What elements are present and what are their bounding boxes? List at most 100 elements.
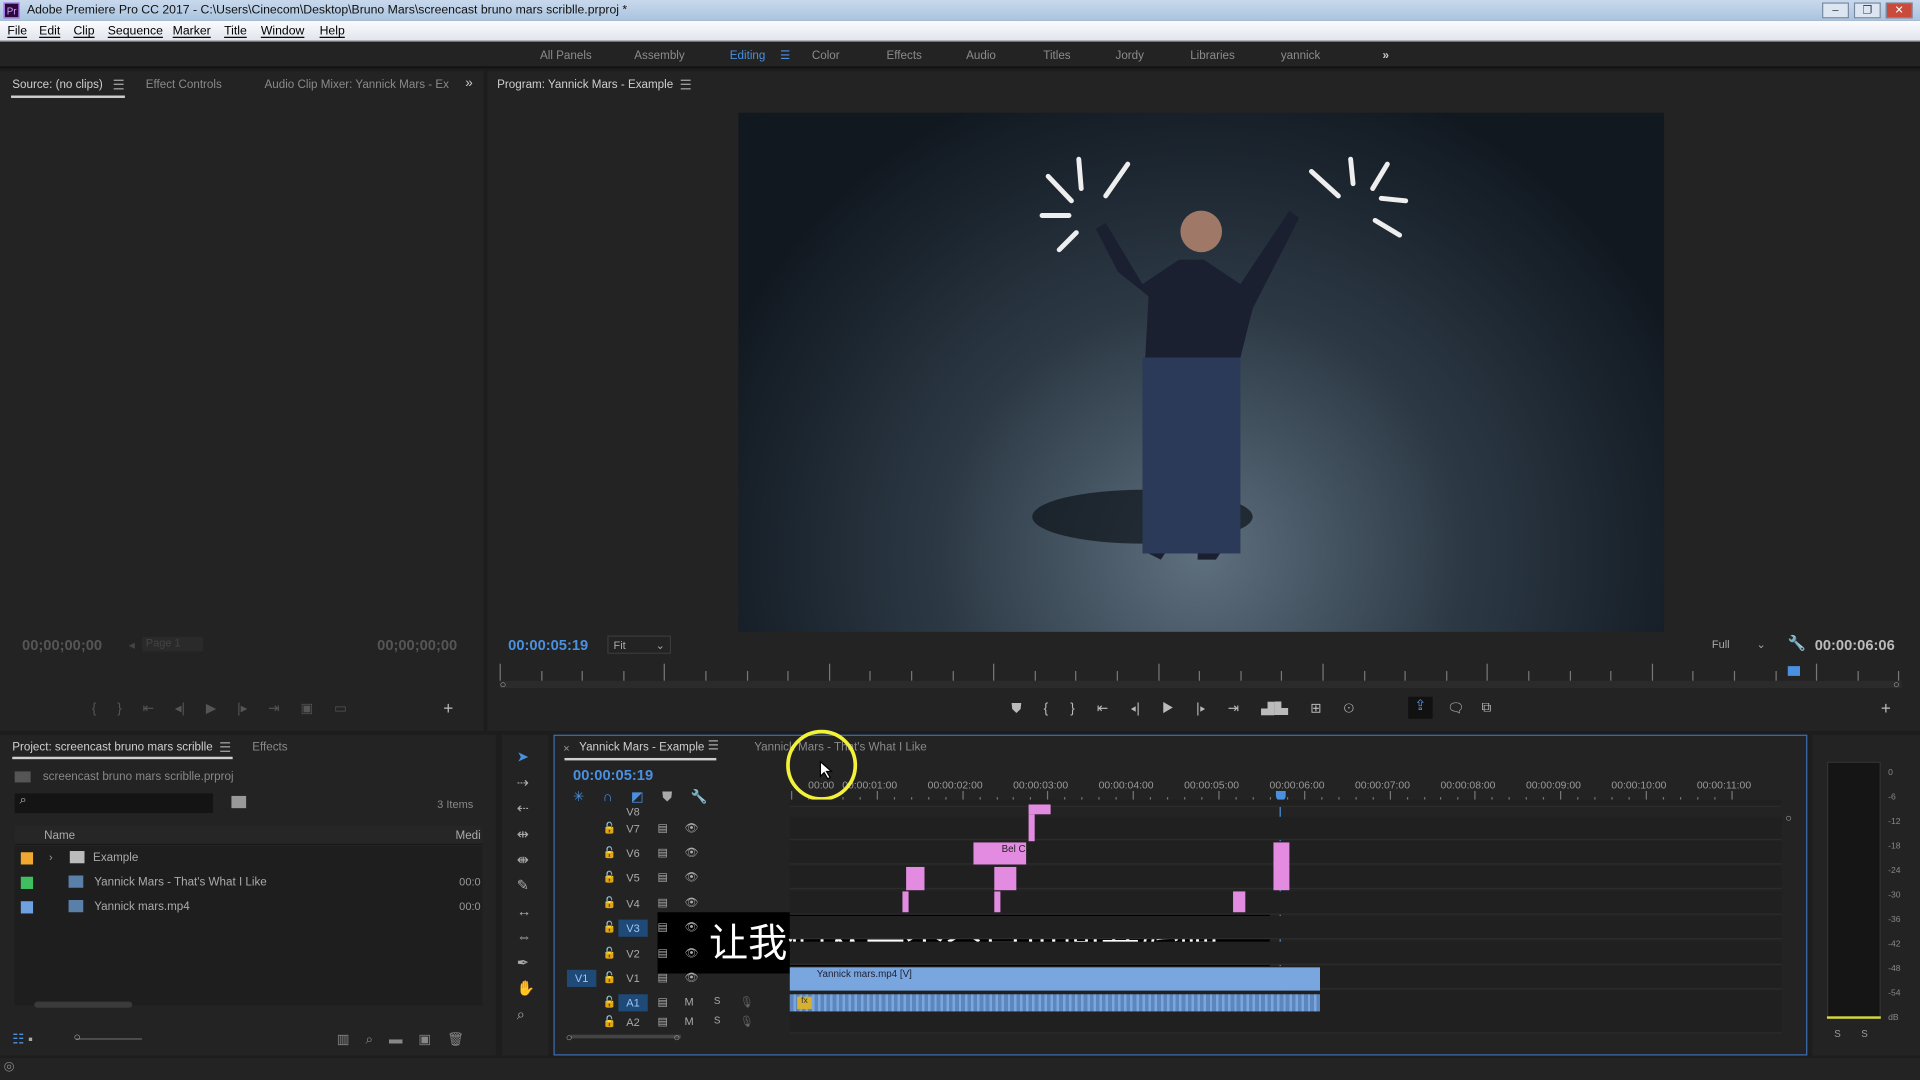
hand-tool-icon[interactable]: ✋: [517, 980, 535, 997]
audio-clip-a1[interactable]: [789, 994, 1321, 1012]
program-scrubber[interactable]: [499, 680, 1902, 689]
slip-tool-icon[interactable]: ↔: [517, 902, 532, 919]
label-color-swatch[interactable]: [20, 852, 34, 865]
new-search-bin-icon[interactable]: [231, 795, 247, 809]
lock-icon[interactable]: 🔓: [602, 971, 616, 984]
workspace-libraries[interactable]: Libraries: [1190, 49, 1235, 62]
sync-lock-icon[interactable]: ▤: [658, 871, 668, 884]
sync-lock-icon[interactable]: ▤: [658, 1015, 668, 1028]
sync-lock-icon[interactable]: ▤: [658, 996, 668, 1009]
solo-button[interactable]: S: [714, 1015, 721, 1026]
tab-sequence-example[interactable]: Yannick Mars - Example: [579, 741, 704, 754]
lock-icon[interactable]: 🔓: [602, 1015, 616, 1028]
playback-resolution-dropdown[interactable]: Full ⌄: [1707, 636, 1771, 654]
lock-icon[interactable]: 🔓: [602, 871, 616, 884]
lock-icon[interactable]: 🔓: [602, 896, 616, 909]
workspace-titles[interactable]: Titles: [1043, 49, 1070, 62]
program-playhead-timecode[interactable]: 00:00:05:19: [508, 637, 588, 654]
zoom-fit-dropdown[interactable]: Fit ⌄: [607, 635, 672, 654]
mute-button[interactable]: M: [684, 996, 693, 1008]
workspace-all-panels[interactable]: All Panels: [540, 49, 592, 62]
source-transport-controls[interactable]: { } ⇤ ◂| ▶ |▸ ⇥ ▣ ▭: [92, 700, 347, 717]
graphic-clip[interactable]: [1028, 804, 1051, 815]
track-lane[interactable]: [789, 941, 1782, 965]
icon-view-icon[interactable]: ▪: [28, 1032, 33, 1047]
pen-tool-icon[interactable]: ✒: [517, 954, 529, 971]
sync-lock-icon[interactable]: ▤: [658, 971, 668, 984]
graphic-clip[interactable]: [906, 866, 925, 891]
solo-right-button[interactable]: S: [1861, 1029, 1868, 1040]
graphic-clip[interactable]: [1028, 814, 1035, 842]
page-dropdown[interactable]: Page 1: [142, 636, 204, 652]
panel-menu-icon[interactable]: ☰: [113, 77, 125, 93]
toggle-output-eye-icon[interactable]: 👁: [684, 971, 698, 984]
menu-clip[interactable]: Clip: [73, 21, 94, 42]
zoom-slider[interactable]: [75, 1038, 143, 1040]
track-lane[interactable]: [789, 816, 1782, 841]
track-lane[interactable]: [789, 915, 1782, 940]
solo-left-button[interactable]: S: [1834, 1029, 1841, 1040]
more-panels-button[interactable]: »: [465, 76, 473, 91]
menu-window[interactable]: Window: [261, 21, 305, 42]
workspace-more-button[interactable]: »: [1382, 49, 1388, 62]
list-view-icon[interactable]: ☷: [12, 1032, 24, 1047]
project-search-input[interactable]: ⌕: [14, 793, 214, 814]
track-label-v7[interactable]: V7: [618, 820, 647, 837]
graphic-clip[interactable]: [994, 891, 1001, 913]
graphic-clip[interactable]: [1273, 842, 1290, 891]
project-item[interactable]: [15, 846, 483, 870]
lock-icon[interactable]: 🔓: [602, 846, 616, 859]
close-tab-icon[interactable]: ×: [563, 742, 569, 754]
mute-button[interactable]: M: [684, 1015, 693, 1027]
tab-program[interactable]: Program: Yannick Mars - Example: [497, 78, 673, 91]
workspace-color[interactable]: Color: [812, 49, 840, 62]
track-select-tool-icon[interactable]: ⇢: [517, 774, 529, 791]
workspace-jordy[interactable]: Jordy: [1116, 49, 1144, 62]
toggle-output-eye-icon[interactable]: 👁: [684, 896, 698, 909]
panel-menu-icon[interactable]: ☰: [708, 740, 719, 753]
source-patch-v1[interactable]: V1: [566, 969, 597, 987]
panel-menu-icon[interactable]: ☰: [219, 740, 231, 756]
sync-lock-icon[interactable]: ▤: [658, 846, 668, 859]
horizontal-scrollbar[interactable]: [34, 1001, 133, 1008]
razor-tool-icon[interactable]: ✎: [517, 877, 529, 894]
minimize-button[interactable]: –: [1822, 2, 1849, 19]
graphic-clip[interactable]: [1233, 891, 1246, 913]
menu-sequence[interactable]: Sequence: [108, 21, 163, 42]
workspace-effects[interactable]: Effects: [887, 49, 922, 62]
solo-button[interactable]: S: [714, 996, 721, 1007]
export-frame-button[interactable]: ⇪: [1408, 696, 1433, 719]
track-label-a1[interactable]: A1: [618, 994, 648, 1012]
sync-lock-icon[interactable]: ▤: [658, 921, 668, 934]
wrench-icon[interactable]: 🔧: [1788, 634, 1806, 651]
video-clip-v1[interactable]: Yannick mars.mp4 [V]: [789, 967, 1321, 991]
add-button-icon[interactable]: +: [443, 698, 453, 718]
track-lane[interactable]: [789, 1010, 1782, 1034]
column-media[interactable]: Medi: [456, 829, 481, 842]
rolling-edit-tool-icon[interactable]: ⇹: [517, 825, 529, 842]
comment-icon[interactable]: 🗨: [1447, 700, 1464, 717]
toggle-output-eye-icon[interactable]: 👁: [684, 921, 698, 934]
add-button-icon[interactable]: +: [1881, 698, 1891, 718]
project-bottom-toolbar[interactable]: ▥ ⌕ ▬ ▣ 🗑: [337, 1031, 465, 1048]
expand-chevron-icon[interactable]: ›: [49, 851, 53, 863]
source-timecode[interactable]: 00;00;00;00: [22, 637, 102, 654]
track-label-v6[interactable]: V6: [618, 845, 647, 862]
ripple-edit-tool-icon[interactable]: ⇠: [517, 800, 529, 817]
project-item[interactable]: [15, 895, 483, 919]
close-button[interactable]: ✕: [1885, 2, 1913, 19]
timeline-timecode[interactable]: 00:00:05:19: [573, 767, 653, 784]
workspace-audio[interactable]: Audio: [966, 49, 996, 62]
toggle-output-eye-icon[interactable]: 👁: [684, 846, 698, 859]
track-label-a2[interactable]: A2: [618, 1014, 647, 1031]
toggle-output-eye-icon[interactable]: 👁: [684, 871, 698, 884]
toggle-output-eye-icon[interactable]: 👁: [684, 947, 698, 960]
selection-tool-icon[interactable]: ➤: [517, 748, 529, 765]
label-color-swatch[interactable]: [20, 876, 34, 889]
microphone-icon[interactable]: 🎙: [740, 996, 754, 1009]
microphone-icon[interactable]: 🎙: [740, 1015, 754, 1028]
track-lane[interactable]: [789, 891, 1782, 915]
timeline-zoom-scrollbar[interactable]: [570, 1034, 681, 1039]
label-color-swatch[interactable]: [20, 901, 34, 914]
workspace-editing[interactable]: Editing: [730, 49, 766, 62]
